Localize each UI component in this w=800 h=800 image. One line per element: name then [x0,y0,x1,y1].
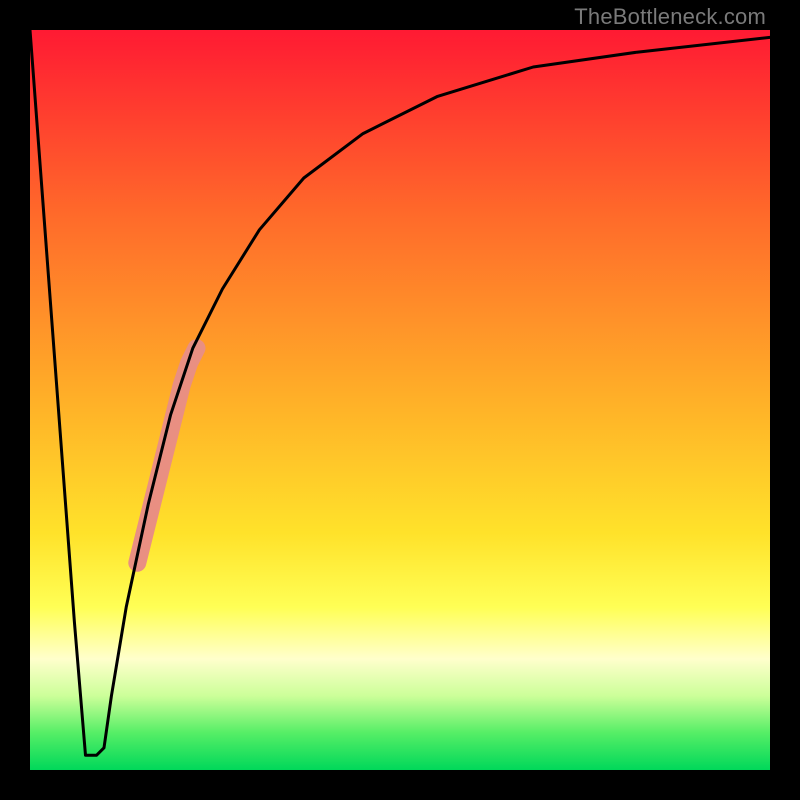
chart-svg [30,30,770,770]
chart-frame: TheBottleneck.com [0,0,800,800]
plot-area [30,30,770,770]
watermark-text: TheBottleneck.com [574,4,766,30]
marker-band [137,348,196,563]
bottleneck-curve [30,30,770,755]
